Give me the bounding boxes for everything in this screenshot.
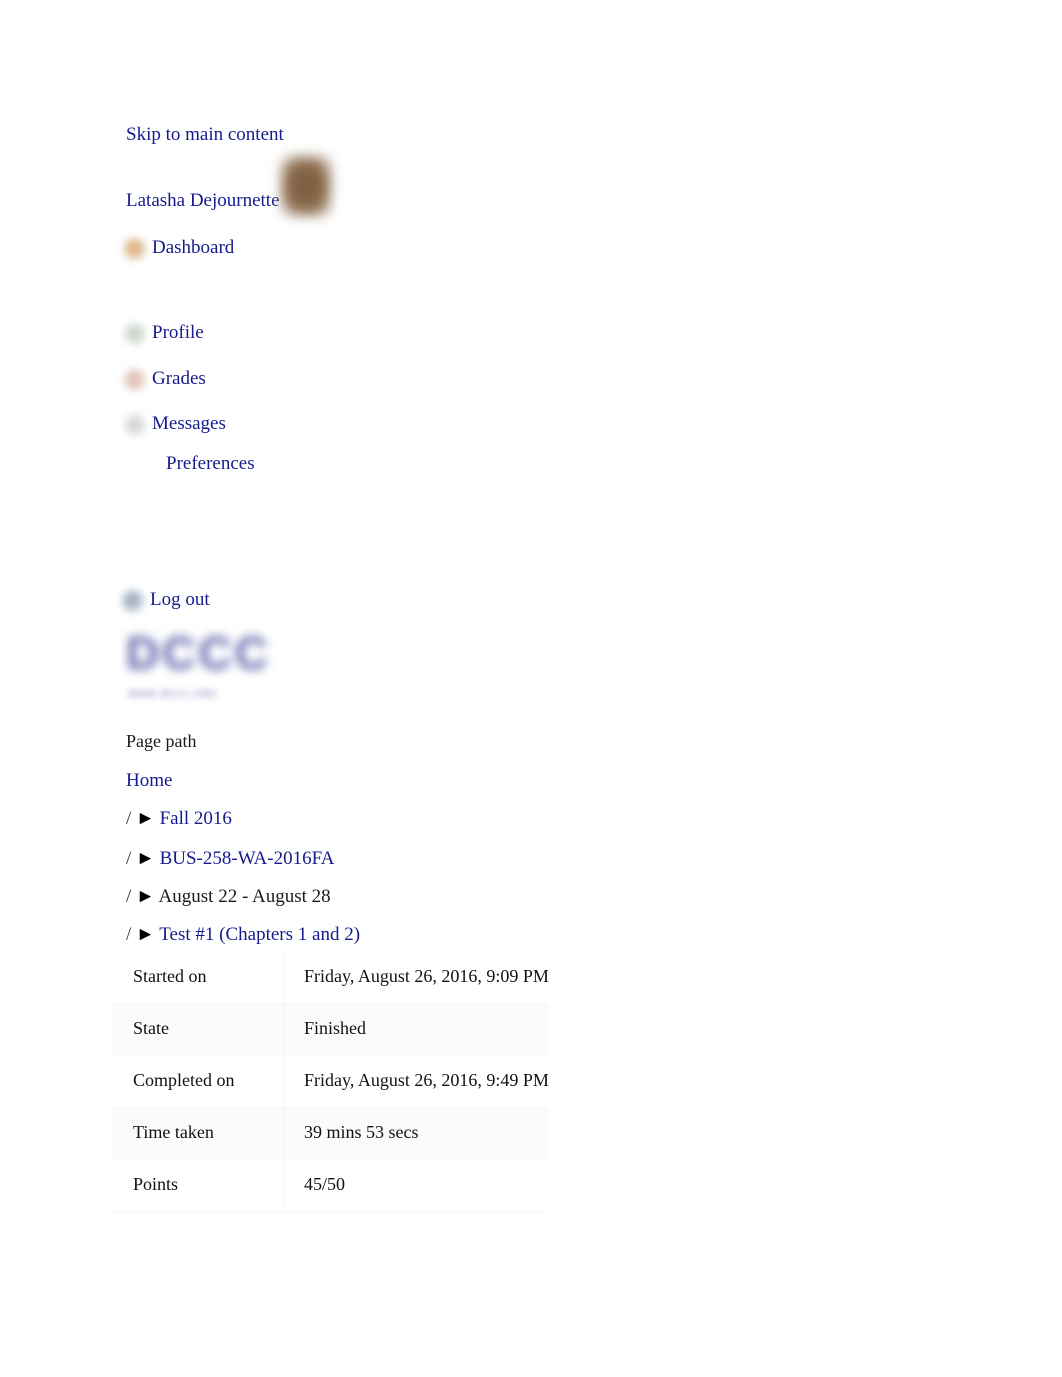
grades-icon (124, 368, 146, 391)
breadcrumb-item-link[interactable]: Home (126, 770, 172, 791)
sidebar-item-grades-label[interactable]: Grades (152, 368, 206, 389)
breadcrumb-arrow-icon: ► (136, 808, 155, 829)
dashboard-icon (124, 237, 146, 260)
breadcrumb-label: Page path (126, 731, 197, 751)
table-cell-label: Time taken (113, 1107, 284, 1160)
table-row: State Finished (113, 1003, 549, 1056)
sidebar-item-dashboard[interactable]: Dashboard (124, 237, 234, 260)
table-cell-value: Friday, August 26, 2016, 9:49 PM (283, 1055, 549, 1108)
table-row: Completed on Friday, August 26, 2016, 9:… (113, 1055, 549, 1108)
user-name-link[interactable]: Latasha Dejournette (126, 190, 280, 212)
breadcrumb-item-text: August 22 - August 28 (158, 886, 331, 907)
breadcrumb-separator: / (126, 848, 132, 869)
table-row: Started on Friday, August 26, 2016, 9:09… (113, 952, 549, 1004)
breadcrumb-item[interactable]: / ► Test #1 (Chapters 1 and 2) (126, 924, 360, 946)
table-cell-value: Finished (283, 1003, 549, 1056)
table-cell-value: 39 mins 53 secs (283, 1107, 549, 1160)
table-cell-label: Started on (113, 952, 284, 1004)
breadcrumb-item: / ► August 22 - August 28 (126, 886, 331, 908)
logout-icon (122, 589, 144, 612)
sidebar-item-messages-label[interactable]: Messages (152, 413, 226, 434)
breadcrumb-separator: / (126, 808, 132, 829)
table-cell-value: Friday, August 26, 2016, 9:09 PM (283, 952, 549, 1004)
breadcrumb-arrow-icon: ► (136, 924, 155, 945)
skip-to-main-content-link[interactable]: Skip to main content (126, 124, 284, 146)
sidebar-item-messages[interactable]: Messages (124, 413, 226, 436)
breadcrumb-item[interactable]: / ► Fall 2016 (126, 808, 232, 830)
sidebar-item-logout[interactable]: Log out (122, 589, 210, 612)
table-row: Points 45/50 (113, 1159, 549, 1212)
breadcrumb-arrow-icon: ► (136, 886, 155, 907)
site-logo-wordmark: DCCC (126, 627, 271, 679)
breadcrumb-item-link[interactable]: Fall 2016 (160, 808, 232, 829)
sidebar-item-profile[interactable]: Profile (124, 322, 204, 345)
breadcrumb-item[interactable]: / ► BUS-258-WA-2016FA (126, 848, 334, 870)
sidebar-item-logout-label[interactable]: Log out (150, 589, 210, 610)
sidebar-item-preferences[interactable]: Preferences (166, 453, 255, 475)
table-cell-value: 45/50 (283, 1159, 549, 1212)
sidebar-item-dashboard-label[interactable]: Dashboard (152, 237, 234, 258)
breadcrumb-item[interactable]: Home (126, 770, 172, 792)
breadcrumb-item-link[interactable]: BUS-258-WA-2016FA (160, 848, 335, 869)
sidebar-item-grades[interactable]: Grades (124, 368, 206, 391)
table-cell-label: Completed on (113, 1055, 284, 1108)
quiz-summary-table: Started on Friday, August 26, 2016, 9:09… (113, 952, 549, 1212)
breadcrumb-item-link[interactable]: Test #1 (Chapters 1 and 2) (159, 924, 360, 945)
table-cell-label: State (113, 1003, 284, 1056)
messages-icon (124, 413, 146, 436)
avatar (281, 156, 331, 216)
breadcrumb-separator: / (126, 886, 132, 907)
sidebar-item-profile-label[interactable]: Profile (152, 322, 204, 343)
breadcrumb-arrow-icon: ► (136, 848, 155, 869)
profile-icon (124, 322, 146, 345)
breadcrumb-separator: / (126, 924, 132, 945)
site-logo[interactable]: DCCC www.dccc.edu (126, 622, 324, 718)
table-cell-label: Points (113, 1159, 284, 1212)
site-logo-tagline: www.dccc.edu (128, 686, 217, 700)
table-row: Time taken 39 mins 53 secs (113, 1107, 549, 1160)
